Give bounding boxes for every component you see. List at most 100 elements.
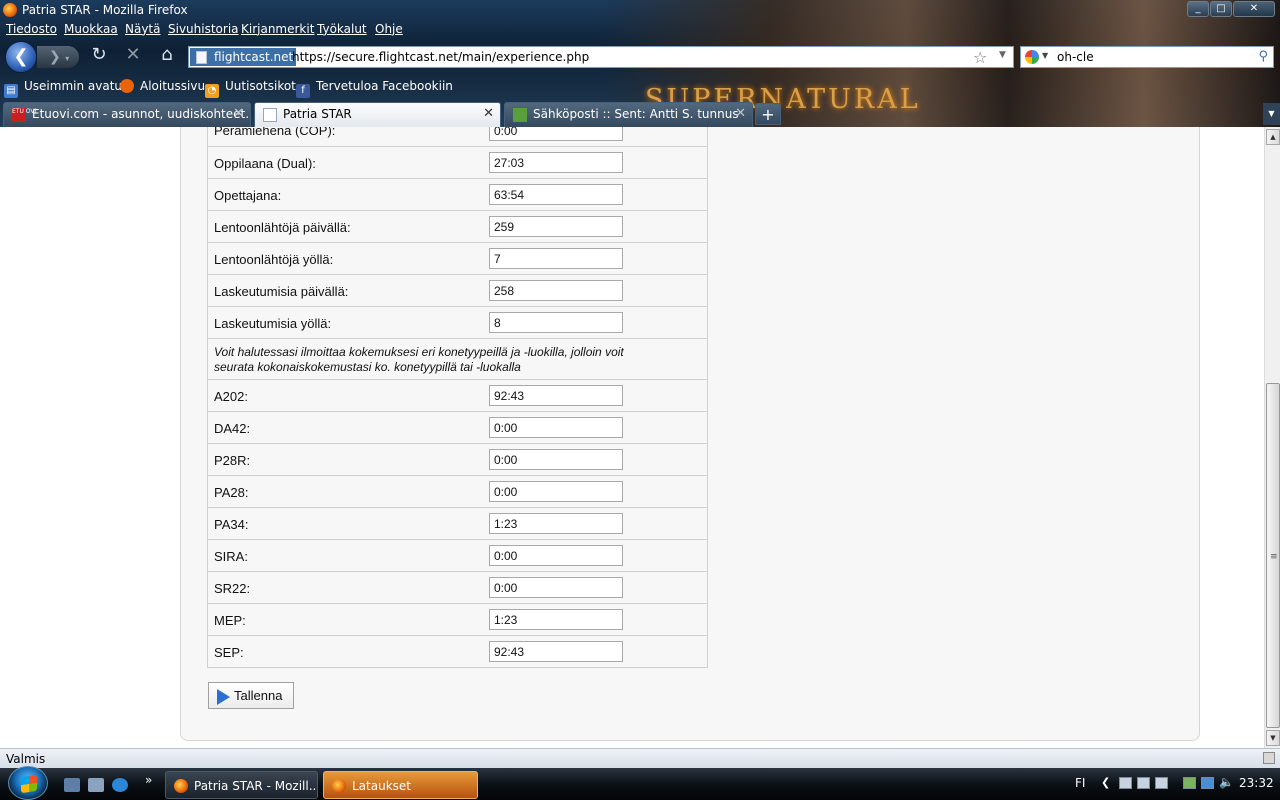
search-engine-dropdown-icon[interactable]: ▼	[1042, 51, 1048, 60]
vertical-scrollbar[interactable]: ▲ ≡ ▼	[1264, 127, 1280, 748]
volume-icon[interactable]: 🔈	[1219, 775, 1234, 789]
search-input[interactable]: oh-cle	[1057, 50, 1094, 64]
close-tab-icon[interactable]: ✕	[233, 103, 244, 125]
field-input[interactable]: 0:00	[489, 127, 623, 141]
site-identity-button[interactable]: flightcast.net	[190, 48, 297, 66]
form-row: MEP: 1:23	[208, 604, 707, 636]
field-input[interactable]: 0:00	[489, 481, 623, 502]
taskbar-item-firefox[interactable]: Patria STAR - Mozill...	[165, 771, 318, 799]
search-box[interactable]: ▼ oh-cle ⚲	[1020, 46, 1274, 68]
page-icon	[263, 108, 277, 122]
field-input[interactable]: 1:23	[489, 513, 623, 534]
play-arrow-icon	[217, 689, 230, 705]
field-input[interactable]: 0:00	[489, 577, 623, 598]
stop-icon[interactable]: ✕	[120, 42, 146, 68]
taskbar-item-downloads[interactable]: Lataukset	[323, 771, 478, 799]
bookmark-label: Useimmin avatut	[24, 79, 127, 93]
windows-logo-icon	[21, 774, 37, 794]
switch-windows-icon[interactable]	[88, 778, 104, 792]
form-row: Oppilaana (Dual): 27:03	[208, 147, 707, 179]
field-input[interactable]: 258	[489, 280, 623, 301]
tab-label: Patria STAR	[283, 107, 352, 121]
experience-form: Perämiehenä (COP): 0:00 Oppilaana (Dual)…	[207, 127, 708, 668]
url-dropdown-icon[interactable]: ▼	[999, 50, 1006, 60]
maximize-button[interactable]: □	[1210, 1, 1232, 17]
firefox-icon	[120, 79, 134, 93]
back-button[interactable]: ❮	[5, 41, 37, 73]
tab-sahkoposti[interactable]: Sähköposti :: Sent: Antti S. tunnus ✕	[504, 102, 753, 127]
field-input[interactable]: 8	[489, 312, 623, 333]
field-input[interactable]: 1:23	[489, 609, 623, 630]
title-bar: Patria STAR - Mozilla Firefox _ □ ✕	[0, 0, 1280, 20]
menu-help[interactable]: Ohje	[375, 22, 403, 36]
language-indicator[interactable]: FI	[1075, 776, 1085, 790]
menu-edit[interactable]: Muokkaa	[64, 22, 118, 36]
bookmark-label: Tervetuloa Facebookiin	[316, 79, 453, 93]
menu-bookmarks[interactable]: Kirjanmerkit	[241, 22, 314, 36]
field-label: PA34:	[214, 517, 249, 532]
home-icon[interactable]: ⌂	[154, 42, 180, 68]
tray-app-icon[interactable]	[1183, 777, 1196, 789]
google-icon[interactable]	[1025, 50, 1039, 64]
tab-strip: ETU OVI Etuovi.com - asunnot, uudiskohte…	[0, 101, 1280, 127]
bookmark-headlines[interactable]: ◔ Uutisotsikot	[205, 79, 296, 98]
field-input[interactable]: 0:00	[489, 417, 623, 438]
url-text[interactable]: https://secure.flightcast.net/main/exper…	[292, 50, 589, 64]
tray-expand-icon[interactable]: ❮	[1101, 776, 1110, 789]
form-row: P28R: 0:00	[208, 444, 707, 476]
field-input[interactable]: 27:03	[489, 152, 623, 173]
tray-app-icon[interactable]	[1155, 777, 1168, 789]
quicklaunch-more-icon[interactable]: »	[145, 773, 152, 787]
field-input[interactable]: 92:43	[489, 385, 623, 406]
form-row: Laskeutumisia yöllä: 8	[208, 307, 707, 339]
show-desktop-icon[interactable]	[64, 778, 80, 792]
reload-icon[interactable]: ↻	[86, 42, 112, 68]
rss-icon: ◔	[205, 84, 219, 98]
form-row: Lentoonlähtöjä yöllä: 7	[208, 243, 707, 275]
tab-patria-star[interactable]: Patria STAR ✕	[254, 102, 501, 127]
save-button[interactable]: Tallenna	[208, 682, 294, 709]
close-tab-icon[interactable]: ✕	[735, 103, 746, 125]
new-tab-button[interactable]: +	[755, 103, 781, 125]
url-bar[interactable]: flightcast.net https://secure.flightcast…	[188, 46, 1014, 68]
field-input[interactable]: 0:00	[489, 449, 623, 470]
taskbar-item-label: Patria STAR - Mozill...	[194, 779, 318, 793]
start-button[interactable]	[8, 766, 48, 800]
bookmark-star-icon[interactable]: ☆	[973, 48, 987, 67]
tray-app-icon[interactable]	[1119, 777, 1132, 789]
close-tab-icon[interactable]: ✕	[483, 103, 494, 125]
lock-icon	[1263, 752, 1275, 764]
field-label: Laskeutumisia yöllä:	[214, 316, 332, 331]
bookmark-facebook[interactable]: f Tervetuloa Facebookiin	[296, 79, 453, 98]
menu-tools[interactable]: Työkalut	[317, 22, 367, 36]
clock[interactable]: 23:32	[1239, 776, 1274, 790]
menu-view[interactable]: Näytä	[125, 22, 161, 36]
field-input[interactable]: 7	[489, 248, 623, 269]
forward-button[interactable]: ❯ ▾	[37, 46, 79, 68]
menu-file[interactable]: Tiedosto	[6, 22, 57, 36]
internet-explorer-icon[interactable]	[112, 778, 128, 792]
grip-icon: ≡	[1270, 552, 1278, 562]
tab-list-dropdown-icon[interactable]: ▼	[1263, 103, 1280, 125]
scroll-up-arrow-icon[interactable]: ▲	[1266, 129, 1280, 145]
bookmark-start-page[interactable]: Aloitussivu	[120, 79, 205, 93]
scroll-down-arrow-icon[interactable]: ▼	[1266, 730, 1280, 746]
scrollbar-thumb[interactable]: ≡	[1266, 383, 1280, 728]
field-label: A202:	[214, 389, 248, 404]
tab-etuovi[interactable]: ETU OVI Etuovi.com - asunnot, uudiskohte…	[3, 102, 251, 127]
field-label: Oppilaana (Dual):	[214, 156, 316, 171]
field-input[interactable]: 63:54	[489, 184, 623, 205]
field-label: DA42:	[214, 421, 251, 436]
tray-app-icon[interactable]	[1137, 777, 1150, 789]
close-window-button[interactable]: ✕	[1233, 1, 1275, 17]
field-input[interactable]: 92:43	[489, 641, 623, 662]
bookmark-most-visited[interactable]: ▤ Useimmin avatut	[4, 79, 127, 98]
menu-history[interactable]: Sivuhistoria	[168, 22, 239, 36]
search-icon[interactable]: ⚲	[1258, 49, 1268, 64]
minimize-button[interactable]: _	[1187, 1, 1209, 17]
field-label: Lentoonlähtöjä yöllä:	[214, 252, 334, 267]
network-icon[interactable]	[1201, 777, 1214, 789]
field-input[interactable]: 259	[489, 216, 623, 237]
field-label: P28R:	[214, 453, 251, 468]
field-input[interactable]: 0:00	[489, 545, 623, 566]
